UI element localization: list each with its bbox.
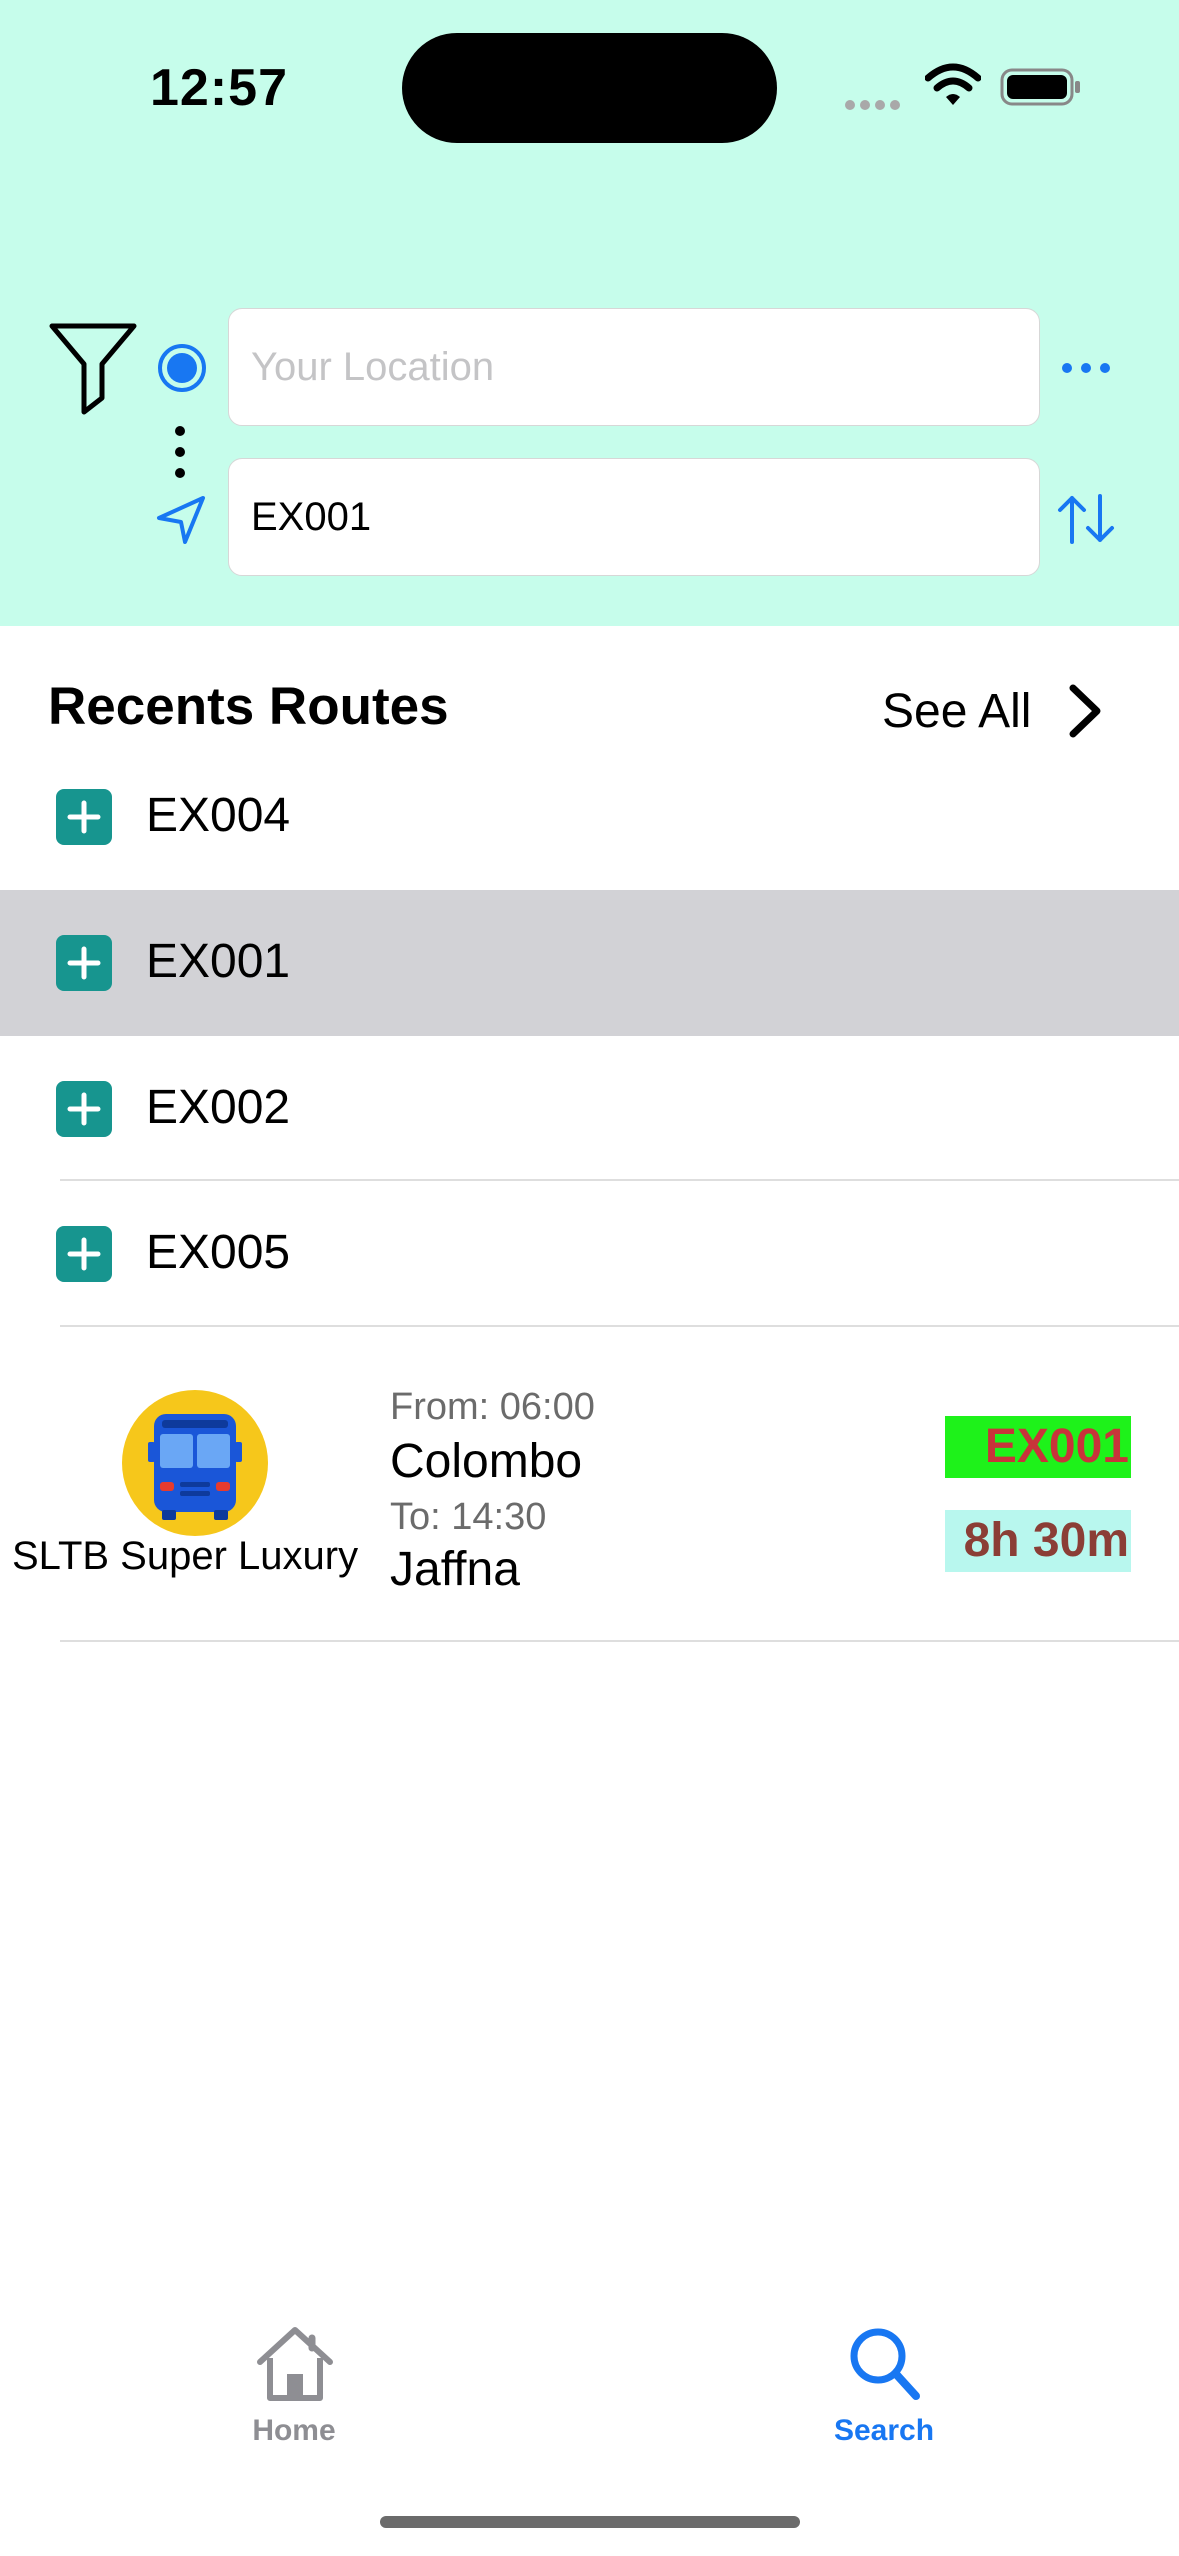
add-icon[interactable] [56, 789, 112, 845]
add-icon[interactable] [56, 935, 112, 991]
duration-badge: 8h 30m [945, 1510, 1131, 1572]
recent-route-row[interactable]: EX004 [0, 744, 1179, 890]
operator-name: SLTB Super Luxury [12, 1534, 359, 1578]
signal-icon [845, 97, 907, 110]
bus-avatar [122, 1390, 268, 1536]
tab-search-label: Search [833, 2414, 935, 2447]
origin-city: Colombo [390, 1435, 583, 1488]
recents-title: Recents Routes [48, 677, 449, 736]
status-time: 12:57 [150, 59, 288, 117]
search-icon [850, 2328, 920, 2400]
route-label: EX001 [146, 935, 291, 988]
destination-input[interactable]: EX001 [228, 458, 1040, 576]
route-code-badge: EX001 [945, 1416, 1131, 1478]
see-all-label: See All [882, 684, 1032, 738]
filter-icon[interactable] [48, 320, 138, 416]
bus-icon [148, 1414, 242, 1520]
home-icon [257, 2327, 333, 2401]
arrival-time: To: 14:30 [390, 1496, 547, 1538]
route-label: EX004 [146, 789, 291, 842]
add-icon[interactable] [56, 1226, 112, 1282]
origin-location-icon [158, 344, 206, 392]
chevron-right-icon [1069, 684, 1101, 738]
connector-dots-icon [175, 426, 185, 478]
destination-city: Jaffna [390, 1543, 520, 1596]
recent-route-row[interactable]: EX005 [0, 1181, 1179, 1327]
dynamic-island [402, 33, 777, 143]
tab-home-label: Home [252, 2414, 336, 2447]
divider [60, 1640, 1179, 1642]
recent-route-row[interactable]: EX002 [0, 1036, 1179, 1182]
route-label: EX005 [146, 1226, 291, 1279]
swap-direction-icon[interactable] [1056, 492, 1116, 546]
add-icon[interactable] [56, 1081, 112, 1137]
home-indicator [380, 2516, 800, 2528]
more-options-icon[interactable] [1060, 358, 1112, 378]
departure-time: From: 06:00 [390, 1386, 595, 1428]
tab-search[interactable]: Search [774, 2320, 994, 2480]
see-all-button[interactable]: See All [882, 676, 1103, 746]
battery-icon [1000, 68, 1080, 106]
route-label: EX002 [146, 1081, 291, 1134]
wifi-icon [925, 63, 981, 105]
recent-route-row-selected[interactable]: EX001 [0, 890, 1179, 1036]
navigation-arrow-icon [157, 496, 205, 544]
tab-home[interactable]: Home [184, 2320, 404, 2480]
location-input[interactable]: Your Location [228, 308, 1040, 426]
